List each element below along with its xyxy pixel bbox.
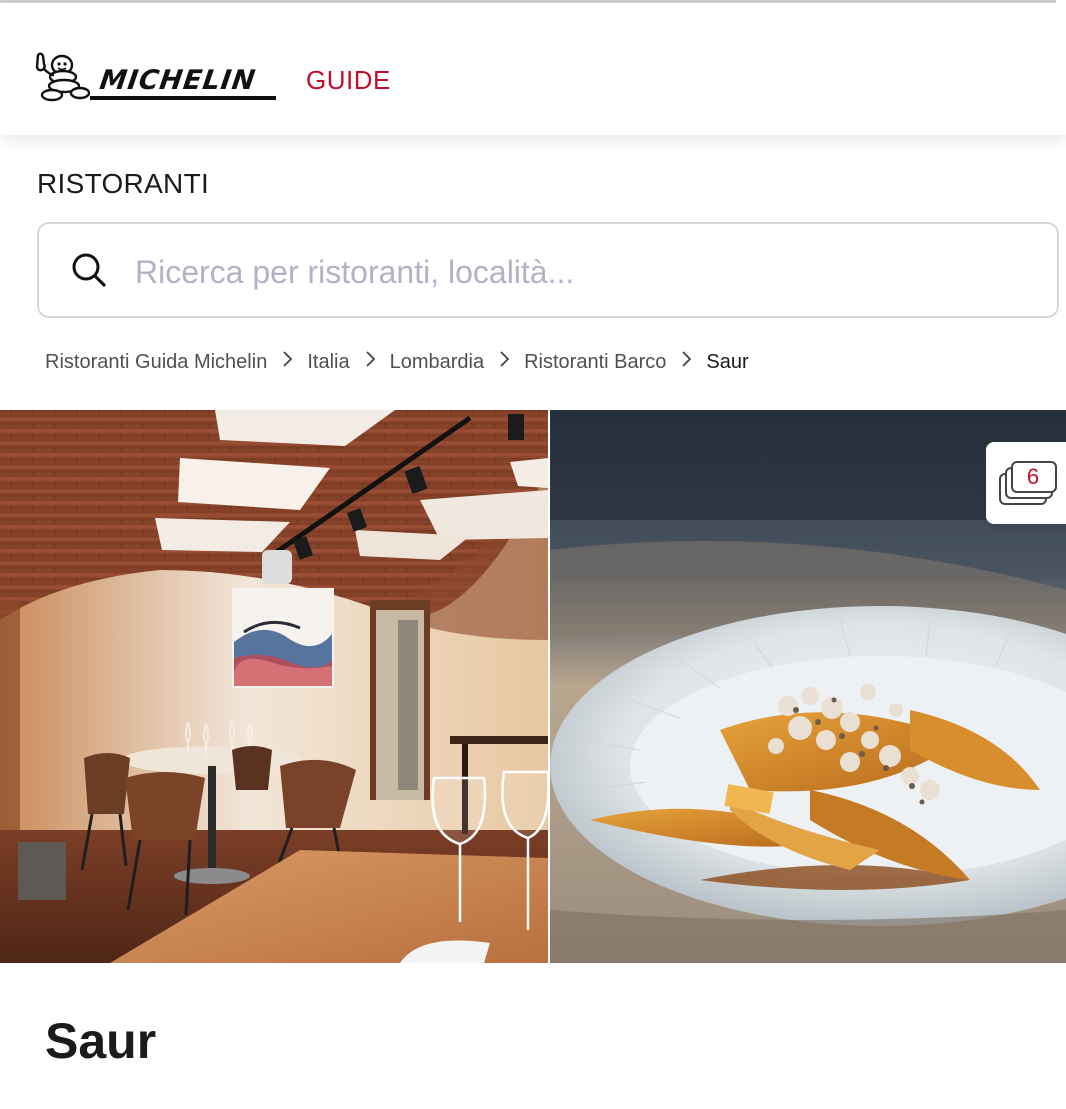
bibendum-icon <box>35 52 91 102</box>
breadcrumb-item-italia[interactable]: Italia <box>307 351 349 374</box>
chevron-right-icon <box>273 350 301 374</box>
breadcrumb-item-lombardia[interactable]: Lombardia <box>390 351 485 374</box>
breadcrumb: Ristoranti Guida Michelin Italia Lombard… <box>45 350 749 374</box>
photo-count: 6 <box>1026 464 1040 489</box>
chevron-right-icon <box>672 350 700 374</box>
restaurant-name: Saur <box>45 1013 157 1069</box>
chevron-right-icon <box>356 350 384 374</box>
breadcrumb-item-current: Saur <box>706 350 749 373</box>
dining-room-image <box>0 410 548 963</box>
michelin-guide-logo[interactable]: MICHELIN <box>32 51 276 107</box>
search-input[interactable] <box>133 246 1017 298</box>
site-header: MICHELIN GUIDE <box>0 3 1066 135</box>
breadcrumb-item-ristoranti-barco[interactable]: Ristoranti Barco <box>524 351 666 374</box>
dining-room-photo[interactable] <box>0 410 548 963</box>
search-icon[interactable] <box>71 252 107 288</box>
logo-wordmark: MICHELIN <box>97 65 258 96</box>
logo-underline <box>90 96 276 100</box>
search-box[interactable] <box>37 222 1059 318</box>
section-title: RISTORANTI <box>37 168 210 199</box>
photo-count-button[interactable]: 6 <box>986 442 1066 524</box>
chevron-right-icon <box>490 350 518 374</box>
photo-gallery <box>0 410 1066 963</box>
breadcrumb-item-guida-michelin[interactable]: Ristoranti Guida Michelin <box>45 351 267 374</box>
logo-guide-text[interactable]: GUIDE <box>306 65 391 96</box>
